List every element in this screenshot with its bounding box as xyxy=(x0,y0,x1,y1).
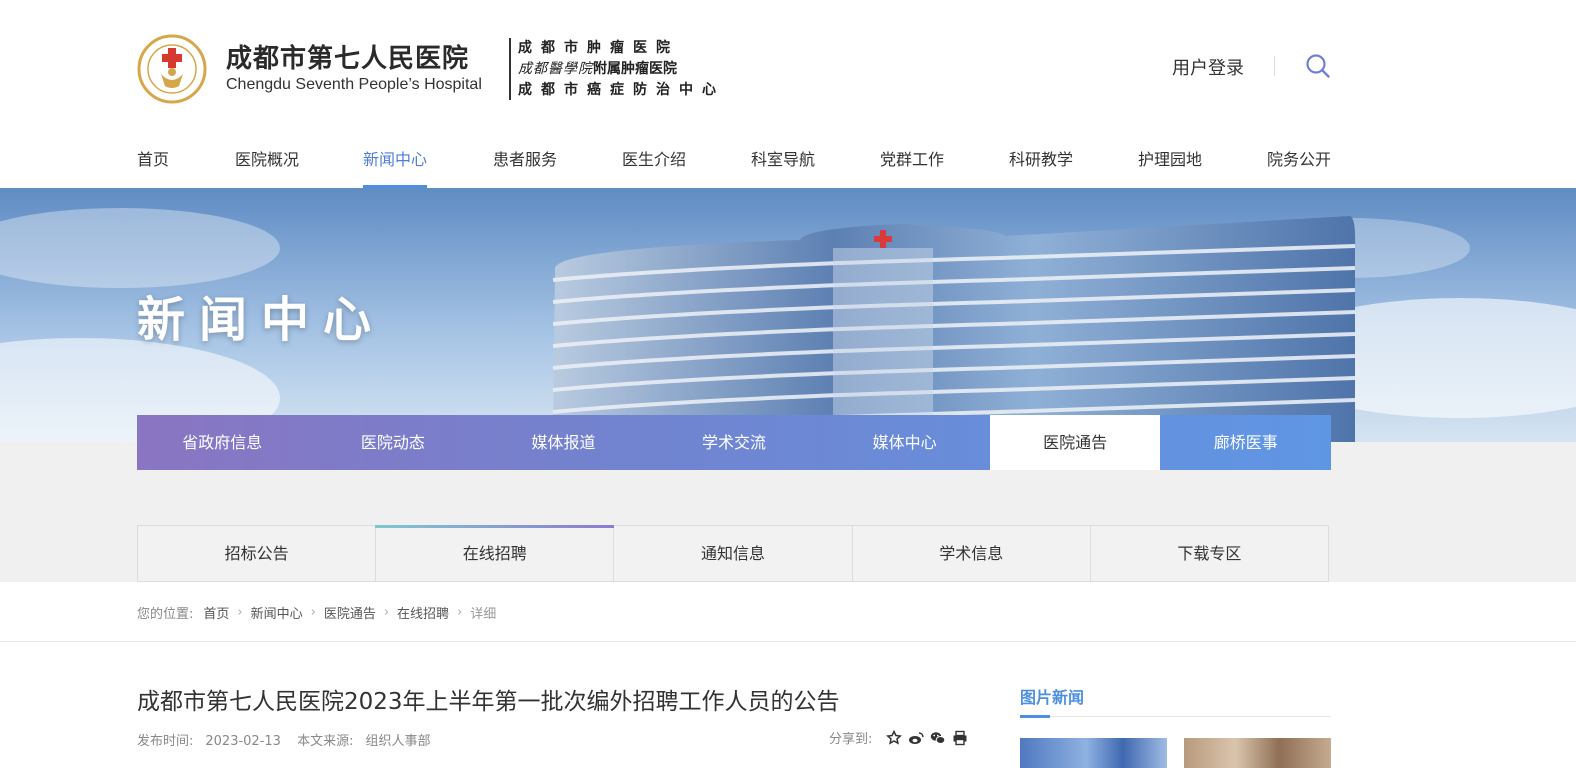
sub-tabs: 招标公告 在线招聘 通知信息 学术信息 下载专区 xyxy=(137,525,1329,582)
picture-news-thumbnail[interactable] xyxy=(1020,738,1167,768)
affiliated-name-3: 成都市癌症防治中心 xyxy=(518,82,725,98)
affiliated-name-2-text: 附属肿瘤医院 xyxy=(593,61,677,77)
breadcrumb-home[interactable]: 首页 xyxy=(203,603,229,622)
breadcrumb-news[interactable]: 新闻中心 xyxy=(251,603,303,622)
source-label: 本文来源: xyxy=(297,734,354,749)
affiliated-script: 成都醫學院 xyxy=(518,61,593,77)
breadcrumb-divider xyxy=(0,641,1576,642)
sidebar-divider xyxy=(1020,716,1331,717)
subtab-academic[interactable]: 学术信息 xyxy=(853,526,1091,581)
main-nav: 首页 医院概况 新闻中心 患者服务 医生介绍 科室导航 党群工作 科研教学 护理… xyxy=(137,132,1331,188)
nav-item-home[interactable]: 首页 xyxy=(137,132,169,188)
affiliated-name-2: 成都醫學院附属肿瘤医院 xyxy=(518,59,725,80)
picture-news-title: 图片新闻 xyxy=(1020,688,1085,707)
tab-media-reports[interactable]: 媒体报道 xyxy=(478,415,649,470)
sidebar-divider-accent xyxy=(1020,715,1050,718)
header-separator xyxy=(1274,56,1275,76)
affiliated-names: 成都市肿瘤医院 成都醫學院附属肿瘤医院 成都市癌症防治中心 xyxy=(518,38,725,101)
article-title: 成都市第七人民医院2023年上半年第一批次编外招聘工作人员的公告 xyxy=(137,689,840,715)
article-source: 组织人事部 xyxy=(365,734,431,749)
site-header: 成都市第七人民医院 Chengdu Seventh People’s Hospi… xyxy=(0,0,1576,188)
tab-academic-exchange[interactable]: 学术交流 xyxy=(649,415,820,470)
hospital-emblem-icon[interactable] xyxy=(137,34,207,104)
banner-title: 新闻中心 xyxy=(137,292,386,348)
logo-divider xyxy=(509,38,511,100)
subtab-bidding[interactable]: 招标公告 xyxy=(138,526,377,581)
affiliated-name-1: 成都市肿瘤医院 xyxy=(518,40,679,56)
print-icon[interactable] xyxy=(952,730,968,746)
nav-item-doctors[interactable]: 医生介绍 xyxy=(622,132,686,188)
section-tabs: 省政府信息 医院动态 媒体报道 学术交流 媒体中心 医院通告 廊桥医事 xyxy=(137,415,1331,470)
tab-provincial-info[interactable]: 省政府信息 xyxy=(137,415,308,470)
chevron-right-icon: › xyxy=(310,604,316,620)
user-login-link[interactable]: 用户登录 xyxy=(1172,54,1244,80)
breadcrumb-current: 详细 xyxy=(470,606,497,622)
subtab-recruitment[interactable]: 在线招聘 xyxy=(375,525,615,581)
breadcrumb-notices[interactable]: 医院通告 xyxy=(324,603,376,622)
breadcrumb: 您的位置: 首页 › 新闻中心 › 医院通告 › 在线招聘 › 详细 xyxy=(137,600,496,624)
page-banner: 新闻中心 xyxy=(0,188,1576,442)
favorite-star-icon[interactable] xyxy=(886,729,903,746)
nav-item-news[interactable]: 新闻中心 xyxy=(363,132,428,188)
breadcrumb-recruitment[interactable]: 在线招聘 xyxy=(397,603,449,622)
nav-item-patient-service[interactable]: 患者服务 xyxy=(493,132,557,188)
nav-item-nursing[interactable]: 护理园地 xyxy=(1138,132,1202,188)
picture-news-thumbnail[interactable] xyxy=(1184,738,1331,768)
publish-date: 2023-02-13 xyxy=(205,734,281,749)
chevron-right-icon: › xyxy=(383,604,390,620)
nav-item-overview[interactable]: 医院概况 xyxy=(235,132,299,188)
nav-item-party-work[interactable]: 党群工作 xyxy=(880,132,944,188)
chevron-right-icon: › xyxy=(457,604,463,620)
tab-hospital-notices[interactable]: 医院通告 xyxy=(989,415,1161,470)
tab-media-center[interactable]: 媒体中心 xyxy=(819,415,990,470)
breadcrumb-prefix: 您的位置: xyxy=(137,606,194,622)
article-meta: 发布时间: 2023-02-13 本文来源: 组织人事部 xyxy=(137,730,443,749)
hospital-name-english: Chengdu Seventh People’s Hospital xyxy=(226,76,482,93)
tab-hospital-news[interactable]: 医院动态 xyxy=(308,415,479,470)
tab-langqiao-affairs[interactable]: 廊桥医事 xyxy=(1160,415,1331,470)
search-icon[interactable] xyxy=(1305,53,1331,79)
subtab-notices[interactable]: 通知信息 xyxy=(614,526,853,581)
subtab-downloads[interactable]: 下载专区 xyxy=(1091,526,1328,581)
nav-item-departments[interactable]: 科室导航 xyxy=(751,132,815,188)
weibo-icon[interactable] xyxy=(908,730,925,746)
nav-item-research[interactable]: 科研教学 xyxy=(1009,132,1073,188)
share-bar: 分享到: xyxy=(829,728,968,747)
share-label: 分享到: xyxy=(829,732,873,747)
chevron-right-icon: › xyxy=(237,604,243,620)
hospital-name: 成都市第七人民医院 xyxy=(226,44,470,74)
wechat-icon[interactable] xyxy=(930,730,946,746)
nav-item-affairs[interactable]: 院务公开 xyxy=(1267,132,1331,188)
date-label: 发布时间: xyxy=(137,734,194,749)
